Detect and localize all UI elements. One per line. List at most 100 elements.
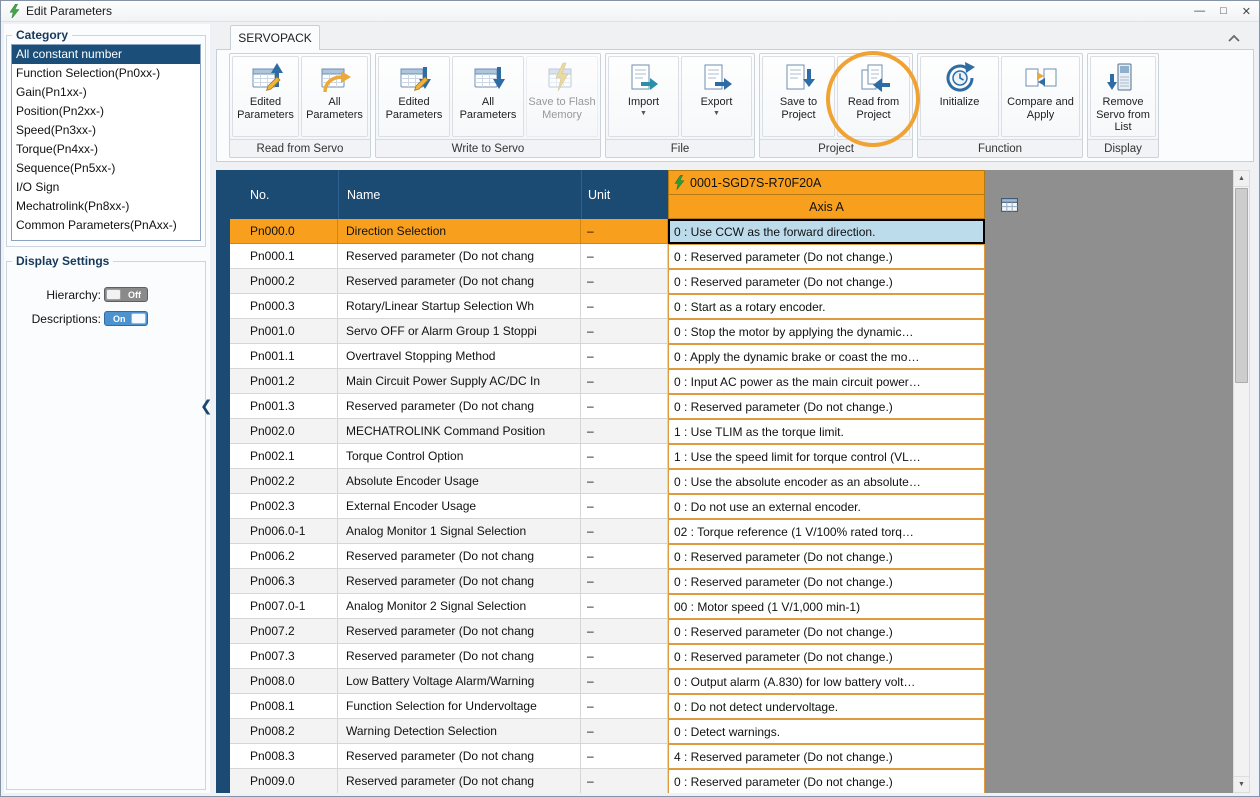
category-item-all-constant-number[interactable]: All constant number [12, 45, 200, 64]
axis-header[interactable]: Axis A [668, 194, 985, 219]
param-value-cell[interactable]: 0 : Reserved parameter (Do not change.) [668, 244, 985, 269]
table-row[interactable]: Pn002.3External Encoder Usage–0 : Do not… [230, 494, 985, 519]
tab-servopack[interactable]: SERVOPACK [230, 25, 320, 50]
sidebar-collapse-button[interactable]: ❮ [200, 393, 214, 419]
param-value-cell[interactable]: 0 : Reserved parameter (Do not change.) [668, 644, 985, 669]
param-value-cell[interactable]: 4 : Reserved parameter (Do not change.) [668, 744, 985, 769]
table-arrow-read-icon [318, 61, 352, 95]
category-item-sequence-pn5xx[interactable]: Sequence(Pn5xx-) [12, 159, 200, 178]
chevron-up-icon [1227, 30, 1241, 48]
param-value-cell[interactable]: 0 : Use CCW as the forward direction. [668, 219, 985, 244]
table-row[interactable]: Pn002.1Torque Control Option–1 : Use the… [230, 444, 985, 469]
category-item-gain-pn1xx[interactable]: Gain(Pn1xx-) [12, 83, 200, 102]
param-no-cell: Pn000.1 [230, 244, 338, 269]
initialize-button[interactable]: Initialize [920, 56, 999, 137]
param-value-cell[interactable]: 0 : Start as a rotary encoder. [668, 294, 985, 319]
param-value-cell[interactable]: 0 : Output alarm (A.830) for low battery… [668, 669, 985, 694]
edited-parameters-button[interactable]: Edited Parameters [378, 56, 450, 137]
column-header-name[interactable]: Name [338, 170, 581, 219]
param-value-cell[interactable]: 1 : Use the speed limit for torque contr… [668, 444, 985, 469]
table-row[interactable]: Pn006.2Reserved parameter (Do not chang–… [230, 544, 985, 569]
table-row[interactable]: Pn001.0Servo OFF or Alarm Group 1 Stoppi… [230, 319, 985, 344]
param-value-cell[interactable]: 1 : Use TLIM as the torque limit. [668, 419, 985, 444]
scroll-down-button[interactable]: ▼ [1234, 776, 1249, 792]
table-row[interactable]: Pn008.0Low Battery Voltage Alarm/Warning… [230, 669, 985, 694]
table-row[interactable]: Pn006.3Reserved parameter (Do not chang–… [230, 569, 985, 594]
table-row[interactable]: Pn007.3Reserved parameter (Do not chang–… [230, 644, 985, 669]
table-row[interactable]: Pn007.2Reserved parameter (Do not chang–… [230, 619, 985, 644]
descriptions-toggle[interactable]: On [104, 311, 148, 326]
param-value-cell[interactable]: 0 : Apply the dynamic brake or coast the… [668, 344, 985, 369]
param-value-cell[interactable]: 0 : Stop the motor by applying the dynam… [668, 319, 985, 344]
param-value-cell[interactable]: 0 : Reserved parameter (Do not change.) [668, 769, 985, 793]
export-icon [700, 61, 734, 95]
edited-parameters-button[interactable]: Edited Parameters [232, 56, 299, 137]
param-name-cell: Absolute Encoder Usage [338, 469, 581, 494]
toolbar-collapse-button[interactable] [1224, 31, 1244, 46]
category-item-i-o-sign[interactable]: I/O Sign [12, 178, 200, 197]
param-value-cell[interactable]: 0 : Reserved parameter (Do not change.) [668, 619, 985, 644]
table-row[interactable]: Pn007.0-1Analog Monitor 2 Signal Selecti… [230, 594, 985, 619]
maximize-button[interactable]: □ [1220, 5, 1227, 17]
param-unit-cell: – [581, 344, 668, 369]
table-row[interactable]: Pn001.2Main Circuit Power Supply AC/DC I… [230, 369, 985, 394]
param-value-cell[interactable]: 0 : Reserved parameter (Do not change.) [668, 544, 985, 569]
table-row[interactable]: Pn000.1Reserved parameter (Do not chang–… [230, 244, 985, 269]
param-value-cell[interactable]: 0 : Input AC power as the main circuit p… [668, 369, 985, 394]
param-unit-cell: – [581, 319, 668, 344]
title-bar: Edit Parameters — □ ✕ [1, 1, 1259, 22]
param-value-cell[interactable]: 0 : Do not detect undervoltage. [668, 694, 985, 719]
device-header[interactable]: 0001-SGD7S-R70F20A [668, 170, 985, 195]
compare-and-apply-button[interactable]: Compare and Apply [1001, 56, 1080, 137]
param-value-cell[interactable]: 0 : Reserved parameter (Do not change.) [668, 269, 985, 294]
remove-servo-from-list-button[interactable]: Remove Servo from List [1090, 56, 1156, 137]
category-item-position-pn2xx[interactable]: Position(Pn2xx-) [12, 102, 200, 121]
table-row[interactable]: Pn006.0-1Analog Monitor 1 Signal Selecti… [230, 519, 985, 544]
category-item-torque-pn4xx[interactable]: Torque(Pn4xx-) [12, 140, 200, 159]
category-item-speed-pn3xx[interactable]: Speed(Pn3xx-) [12, 121, 200, 140]
toolbar-button-label: Save to Project [763, 96, 834, 121]
category-item-mechatrolink-pn8xx[interactable]: Mechatrolink(Pn8xx-) [12, 197, 200, 216]
table-row[interactable]: Pn000.2Reserved parameter (Do not chang–… [230, 269, 985, 294]
dropdown-arrow-icon: ▼ [640, 110, 647, 117]
column-header-unit[interactable]: Unit [581, 170, 668, 219]
table-row[interactable]: Pn009.0Reserved parameter (Do not chang–… [230, 769, 985, 793]
table-row[interactable]: Pn008.2Warning Detection Selection–0 : D… [230, 719, 985, 744]
add-table-icon[interactable] [1001, 197, 1018, 213]
param-no-cell: Pn007.0-1 [230, 594, 338, 619]
table-row[interactable]: Pn002.0MECHATROLINK Command Position–1 :… [230, 419, 985, 444]
category-item-function-selection-pn0xx[interactable]: Function Selection(Pn0xx-) [12, 64, 200, 83]
vertical-scrollbar[interactable]: ▲ ▼ [1233, 170, 1250, 793]
import-button[interactable]: Import▼ [608, 56, 679, 137]
all-parameters-button[interactable]: All Parameters [301, 56, 368, 137]
category-item-common-parameters-pnaxx[interactable]: Common Parameters(PnAxx-) [12, 216, 200, 235]
scrollbar-thumb[interactable] [1235, 188, 1248, 383]
export-button[interactable]: Export▼ [681, 56, 752, 137]
param-no-cell: Pn006.0-1 [230, 519, 338, 544]
table-row[interactable]: Pn008.3Reserved parameter (Do not chang–… [230, 744, 985, 769]
toolbar-button-label: Initialize [940, 96, 980, 109]
param-value-cell[interactable]: 0 : Reserved parameter (Do not change.) [668, 569, 985, 594]
table-row[interactable]: Pn000.3Rotary/Linear Startup Selection W… [230, 294, 985, 319]
param-name-cell: Reserved parameter (Do not chang [338, 544, 581, 569]
table-row[interactable]: Pn008.1Function Selection for Undervolta… [230, 694, 985, 719]
param-value-cell[interactable]: 0 : Use the absolute encoder as an absol… [668, 469, 985, 494]
param-value-cell[interactable]: 0 : Reserved parameter (Do not change.) [668, 394, 985, 419]
read-from-project-button[interactable]: Read from Project [837, 56, 910, 137]
table-row[interactable]: Pn002.2Absolute Encoder Usage–0 : Use th… [230, 469, 985, 494]
hierarchy-toggle[interactable]: Off [104, 287, 148, 302]
table-row[interactable]: Pn000.0Direction Selection–0 : Use CCW a… [230, 219, 985, 244]
param-value-cell[interactable]: 00 : Motor speed (1 V/1,000 min-1) [668, 594, 985, 619]
table-row[interactable]: Pn001.1Overtravel Stopping Method–0 : Ap… [230, 344, 985, 369]
param-value-cell[interactable]: 02 : Torque reference (1 V/100% rated to… [668, 519, 985, 544]
scroll-up-button[interactable]: ▲ [1234, 171, 1249, 187]
close-button[interactable]: ✕ [1242, 5, 1251, 18]
column-header-no[interactable]: No. [230, 170, 338, 219]
param-no-cell: Pn001.2 [230, 369, 338, 394]
save-to-project-button[interactable]: Save to Project [762, 56, 835, 137]
all-parameters-button[interactable]: All Parameters [452, 56, 524, 137]
param-value-cell[interactable]: 0 : Do not use an external encoder. [668, 494, 985, 519]
param-value-cell[interactable]: 0 : Detect warnings. [668, 719, 985, 744]
minimize-button[interactable]: — [1194, 5, 1205, 17]
table-row[interactable]: Pn001.3Reserved parameter (Do not chang–… [230, 394, 985, 419]
